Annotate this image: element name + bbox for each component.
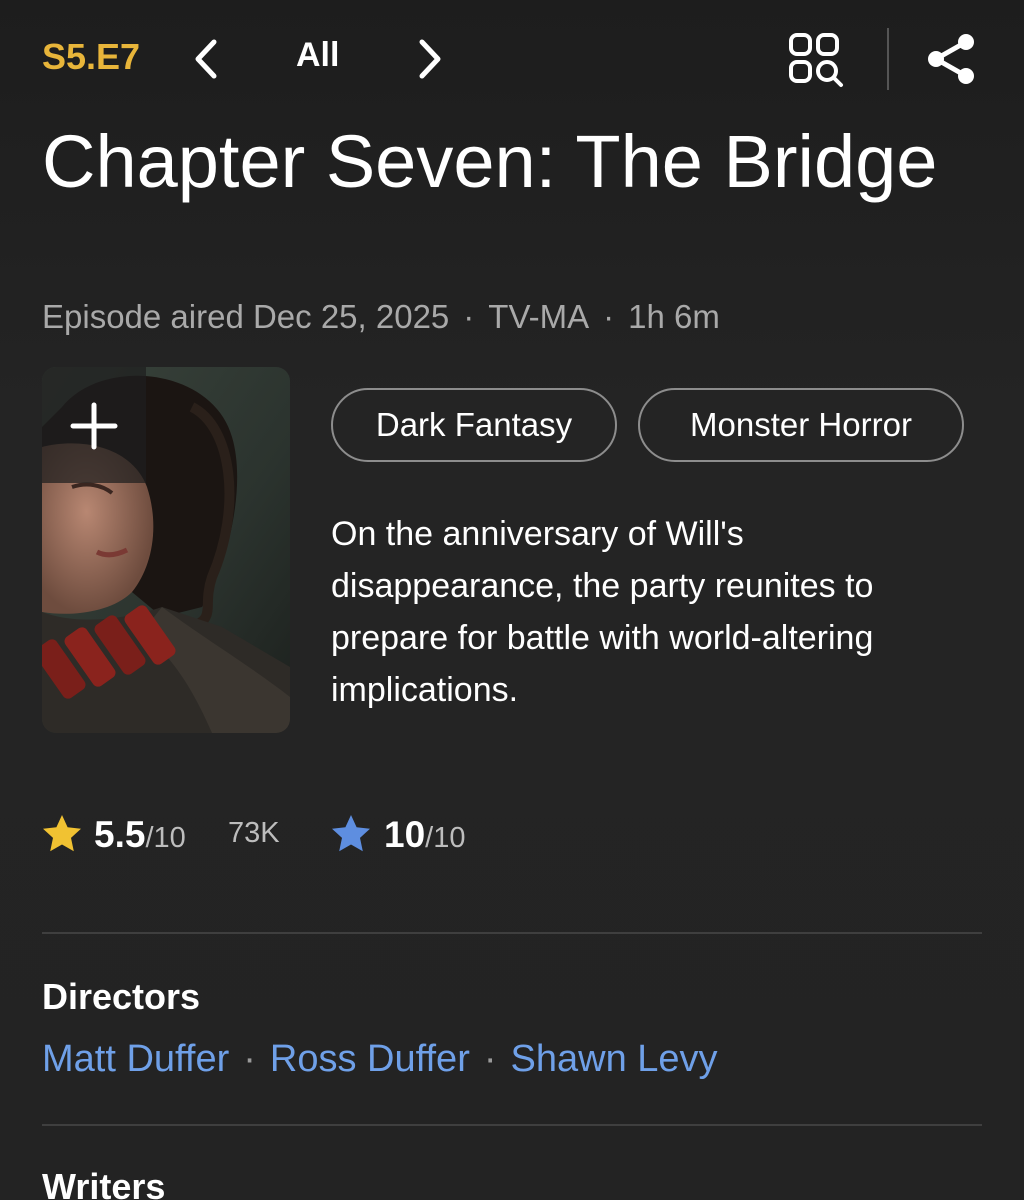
- runtime: 1h 6m: [628, 298, 720, 335]
- episode-code: S5.E7: [42, 36, 141, 77]
- episode-poster[interactable]: [42, 367, 290, 733]
- add-to-watchlist-button[interactable]: [42, 367, 146, 483]
- vote-count: 73K: [228, 817, 280, 850]
- imdb-score: 5.5: [94, 814, 146, 855]
- vote-count-text: 73K: [228, 817, 280, 849]
- director-link[interactable]: Shawn Levy: [511, 1038, 718, 1080]
- episode-filter-button[interactable]: All: [296, 36, 339, 75]
- directors-list: Matt Duffer · Ross Duffer · Shawn Levy: [42, 1038, 718, 1081]
- credit-separator: ·: [243, 1038, 256, 1080]
- previous-episode-button[interactable]: [186, 34, 230, 84]
- user-rating[interactable]: 10/10: [384, 814, 465, 856]
- star-icon[interactable]: [329, 812, 373, 856]
- director-link[interactable]: Ross Duffer: [270, 1038, 470, 1080]
- star-icon: [43, 815, 81, 852]
- meta-separator: ·: [603, 298, 615, 335]
- episode-page: S5.E7 All Chapter Seven: The Bridge Epis…: [0, 0, 1024, 1200]
- directors-heading: Directors: [42, 976, 201, 1017]
- chevron-right-icon: [419, 39, 441, 79]
- meta-separator: ·: [463, 298, 475, 335]
- episode-meta: Episode aired Dec 25, 2025 · TV-MA · 1h 6m: [42, 298, 720, 336]
- plot-summary: On the anniversary of Will's disappearan…: [331, 515, 874, 709]
- share-button[interactable]: [922, 30, 980, 88]
- credit-separator: ·: [483, 1038, 497, 1080]
- genre-chip[interactable]: Dark Fantasy: [331, 388, 617, 462]
- ratings-row: 5.5/10 73K 10/10: [40, 808, 640, 858]
- next-episode-button[interactable]: [406, 34, 450, 84]
- plus-icon: [70, 402, 118, 450]
- director-link[interactable]: Matt Duffer: [42, 1038, 229, 1080]
- user-score: 10: [384, 814, 426, 855]
- chevron-left-icon: [195, 39, 217, 79]
- section-divider: [42, 1124, 982, 1126]
- air-date: Episode aired Dec 25, 2025: [42, 298, 450, 335]
- imdb-rating[interactable]: 5.5/10: [94, 814, 186, 856]
- section-divider: [42, 932, 982, 934]
- grid-search-icon: [789, 33, 843, 87]
- content-rating: TV-MA: [488, 298, 590, 335]
- user-scale: /10: [425, 822, 466, 854]
- episode-guide-button[interactable]: [786, 30, 846, 90]
- genre-chip[interactable]: Monster Horror: [638, 388, 964, 462]
- toolbar-divider: [887, 28, 889, 90]
- writers-heading: Writers: [42, 1166, 166, 1200]
- episode-title: Chapter Seven: The Bridge: [42, 120, 938, 203]
- share-icon: [928, 34, 974, 84]
- imdb-scale: /10: [145, 822, 186, 854]
- episode-nav-bar: S5.E7 All: [0, 28, 1024, 90]
